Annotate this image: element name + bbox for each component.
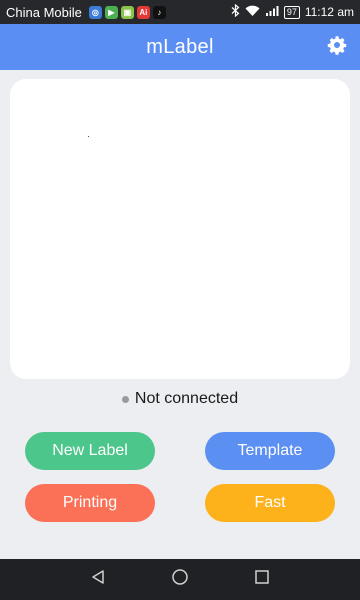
app-notification-icon-1: ◎ — [88, 5, 102, 19]
status-bar: China Mobile ◎ ▶ ▣ Ai ♪ 97 11:12 am — [0, 0, 360, 24]
bluetooth-icon — [231, 3, 240, 20]
new-label-button[interactable]: New Label — [25, 432, 155, 470]
status-time: 11:12 am — [304, 5, 354, 19]
template-button[interactable]: Template — [205, 432, 335, 470]
status-left: China Mobile ◎ ▶ ▣ Ai ♪ — [6, 5, 166, 20]
recents-square-icon — [254, 569, 270, 590]
connection-status: Not connected — [0, 388, 360, 410]
printing-button[interactable]: Printing — [25, 484, 155, 522]
gear-icon — [327, 35, 347, 60]
label-preview-card[interactable] — [10, 79, 350, 379]
connection-status-text: Not connected — [134, 390, 239, 407]
wifi-icon — [245, 5, 260, 20]
system-nav-bar — [0, 559, 360, 600]
app-bar: mLabel — [0, 24, 360, 70]
back-button[interactable] — [88, 570, 108, 590]
settings-button[interactable] — [326, 35, 348, 60]
app-notification-icon-3: ▣ — [120, 5, 134, 19]
status-right: 97 11:12 am — [231, 3, 354, 20]
carrier-label: China Mobile — [6, 4, 82, 20]
home-circle-icon — [171, 568, 189, 591]
app-notification-icon-4: Ai — [136, 5, 150, 19]
battery-indicator: 97 — [283, 5, 300, 19]
recents-button[interactable] — [252, 570, 272, 590]
signal-icon — [265, 5, 279, 20]
app-notification-icon-2: ▶ — [104, 5, 118, 19]
tiktok-icon: ♪ — [152, 5, 166, 19]
home-button[interactable] — [170, 568, 190, 591]
preview-mark — [88, 136, 89, 137]
connection-dot — [121, 395, 129, 403]
app-title: mLabel — [146, 35, 214, 58]
fast-button[interactable]: Fast — [205, 484, 335, 522]
back-triangle-icon — [90, 569, 106, 590]
